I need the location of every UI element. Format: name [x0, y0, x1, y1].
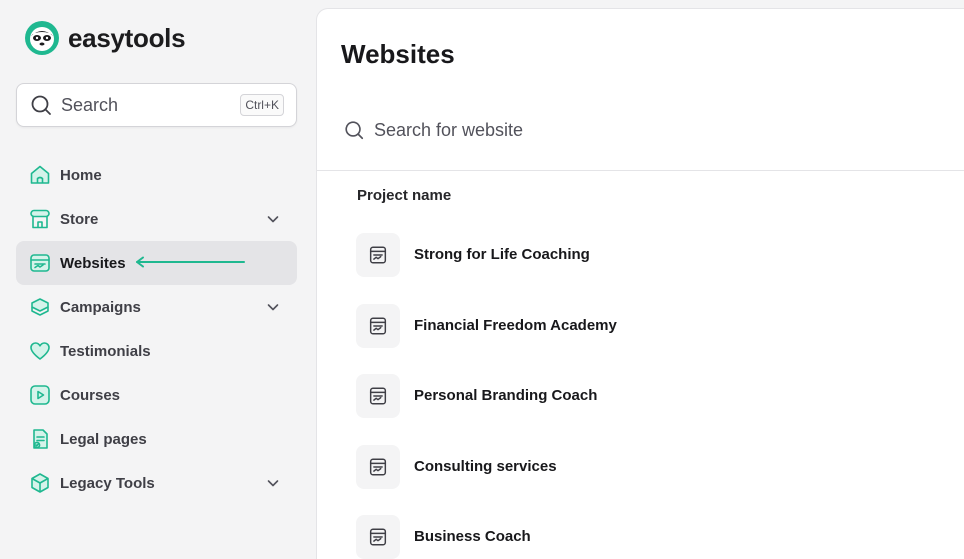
heart-icon — [30, 342, 50, 360]
box-icon — [31, 473, 49, 493]
home-icon — [30, 165, 50, 184]
project-row[interactable]: Business Coach — [356, 515, 617, 559]
sidebar-item-testimonials[interactable]: Testimonials — [16, 329, 297, 373]
sidebar-item-label: Campaigns — [60, 298, 141, 316]
project-name[interactable]: Strong for Life Coaching — [414, 233, 590, 277]
sidebar: easytools Search Ctrl+K Home Store Websi… — [0, 0, 316, 559]
page-title: Websites — [341, 39, 455, 69]
website-page-icon — [356, 233, 400, 277]
main-panel: Websites Search for website Project name… — [316, 8, 964, 559]
project-row[interactable]: Personal Branding Coach — [356, 374, 617, 445]
campaigns-icon — [31, 298, 49, 316]
play-icon — [30, 385, 50, 405]
sidebar-item-label: Testimonials — [60, 342, 151, 360]
website-page-icon — [356, 515, 400, 559]
search-label: Search — [61, 94, 119, 115]
project-name[interactable]: Business Coach — [414, 515, 531, 559]
search-placeholder: Search for website — [374, 119, 524, 140]
project-row[interactable]: Financial Freedom Academy — [356, 303, 617, 375]
sidebar-item-label: Store — [60, 210, 99, 228]
sloth-logo-icon — [25, 21, 59, 55]
chevron-down-icon[interactable] — [265, 299, 281, 315]
website-page-icon — [356, 303, 400, 348]
website-page-icon — [356, 374, 400, 418]
project-name[interactable]: Consulting services — [414, 445, 557, 489]
project-row[interactable]: Consulting services — [356, 444, 617, 516]
sidebar-item-home[interactable]: Home — [16, 153, 297, 197]
arrow-left-annotation-icon — [136, 256, 245, 268]
sidebar-item-label: Courses — [60, 386, 121, 404]
search-icon — [31, 95, 51, 115]
project-name[interactable]: Personal Branding Coach — [414, 374, 597, 418]
sidebar-item-store[interactable]: Store — [16, 197, 297, 241]
project-row[interactable]: Strong for Life Coaching — [356, 233, 617, 304]
project-list: Strong for Life Coaching Financial Freed… — [356, 233, 617, 559]
column-header-project-name[interactable]: Project name — [357, 187, 451, 204]
sidebar-item-legacy-tools[interactable]: Legacy Tools — [16, 461, 297, 505]
website-page-icon — [356, 444, 400, 489]
sidebar-item-label: Home — [60, 166, 102, 184]
brand-name: easytools — [68, 22, 186, 53]
chevron-down-icon[interactable] — [265, 211, 281, 227]
project-name[interactable]: Financial Freedom Academy — [414, 304, 617, 348]
sidebar-item-courses[interactable]: Courses — [16, 373, 297, 417]
sidebar-nav: Home Store Websites Campaigns Testimonia… — [16, 153, 297, 505]
sidebar-item-campaigns[interactable]: Campaigns — [16, 285, 297, 329]
sidebar-item-legal-pages[interactable]: Legal pages — [16, 417, 297, 461]
store-icon — [30, 209, 50, 229]
sidebar-item-label: Legacy Tools — [60, 474, 155, 492]
brand-logo[interactable]: easytools — [24, 20, 186, 56]
search-icon — [345, 121, 364, 140]
legal-document-icon — [33, 429, 48, 449]
sidebar-item-label: Legal pages — [60, 430, 147, 448]
chevron-down-icon[interactable] — [265, 475, 281, 491]
divider — [317, 170, 964, 171]
sidebar-search[interactable]: Search Ctrl+K — [16, 83, 297, 127]
website-search-input[interactable]: Search for website — [343, 119, 523, 141]
shortcut-badge: Ctrl+K — [240, 94, 284, 116]
website-icon — [30, 254, 50, 272]
sidebar-item-websites[interactable]: Websites — [16, 241, 297, 285]
